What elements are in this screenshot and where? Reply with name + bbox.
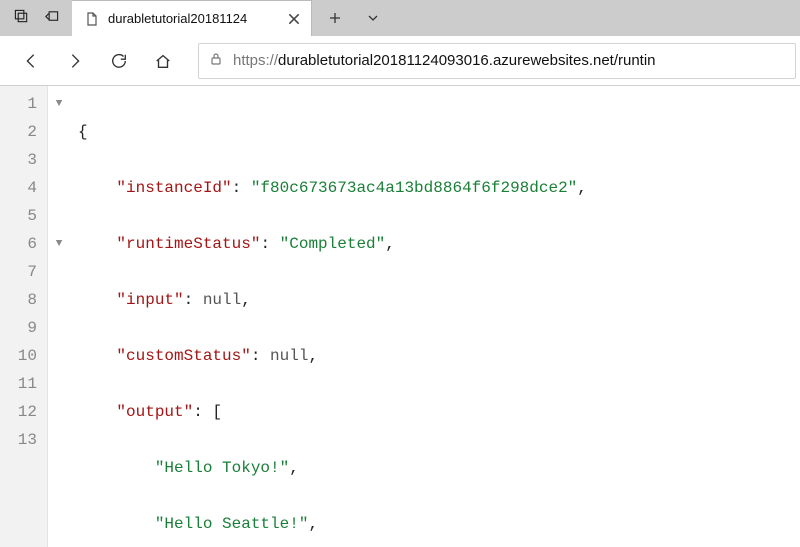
close-tab-icon[interactable]	[287, 12, 301, 26]
tab-preview-toggle[interactable]	[356, 1, 390, 35]
address-bar[interactable]: https://durabletutorial20181124093016.az…	[198, 43, 796, 79]
home-button[interactable]	[142, 40, 184, 82]
json-viewer: 1 2 3 4 5 6 7 8 9 10 11 12 13 ▼ ▼ { "ins…	[0, 86, 800, 547]
refresh-button[interactable]	[98, 40, 140, 82]
tab-title: durabletutorial20181124	[108, 11, 279, 26]
line-number: 4	[0, 174, 37, 202]
line-number: 6	[0, 230, 37, 258]
tab-actions	[312, 0, 396, 36]
line-number: 1	[0, 90, 37, 118]
window-titlebar: durabletutorial20181124	[0, 0, 800, 36]
json-value: "Hello Tokyo!"	[155, 459, 289, 477]
json-key: "input"	[116, 291, 183, 309]
json-key: "runtimeStatus"	[116, 235, 260, 253]
browser-tab[interactable]: durabletutorial20181124	[72, 0, 312, 36]
code-area[interactable]: { "instanceId": "f80c673673ac4a13bd8864f…	[70, 86, 800, 547]
json-value: null	[270, 347, 308, 365]
forward-button[interactable]	[54, 40, 96, 82]
url-host-path: durabletutorial20181124093016.azurewebsi…	[278, 52, 656, 69]
line-number: 13	[0, 426, 37, 454]
line-number: 5	[0, 202, 37, 230]
json-value: null	[203, 291, 241, 309]
line-number: 11	[0, 370, 37, 398]
line-number: 12	[0, 398, 37, 426]
lock-icon	[209, 52, 223, 69]
back-button[interactable]	[10, 40, 52, 82]
fold-toggle-icon[interactable]: ▼	[48, 90, 70, 118]
json-value: "f80c673673ac4a13bd8864f6f298dce2"	[251, 179, 577, 197]
new-tab-button[interactable]	[318, 1, 352, 35]
json-key: "output"	[116, 403, 193, 421]
json-key: "customStatus"	[116, 347, 250, 365]
line-number: 2	[0, 118, 37, 146]
set-aside-tabs-icon[interactable]	[14, 9, 29, 27]
line-number: 8	[0, 286, 37, 314]
fold-toggle-icon[interactable]: ▼	[48, 230, 70, 258]
document-icon	[84, 11, 100, 27]
json-key: "instanceId"	[116, 179, 231, 197]
line-number: 3	[0, 146, 37, 174]
line-number-gutter: 1 2 3 4 5 6 7 8 9 10 11 12 13	[0, 86, 48, 547]
json-value: "Hello Seattle!"	[155, 515, 309, 533]
fold-gutter: ▼ ▼	[48, 86, 70, 547]
line-number: 7	[0, 258, 37, 286]
show-tab-previews-icon[interactable]	[44, 9, 59, 27]
line-number: 10	[0, 342, 37, 370]
json-value: "Completed"	[280, 235, 386, 253]
url-protocol: https://	[233, 52, 278, 69]
nav-toolbar: https://durabletutorial20181124093016.az…	[0, 36, 800, 86]
url-text: https://durabletutorial20181124093016.az…	[233, 52, 785, 69]
line-number: 9	[0, 314, 37, 342]
titlebar-left-icons	[0, 0, 72, 36]
